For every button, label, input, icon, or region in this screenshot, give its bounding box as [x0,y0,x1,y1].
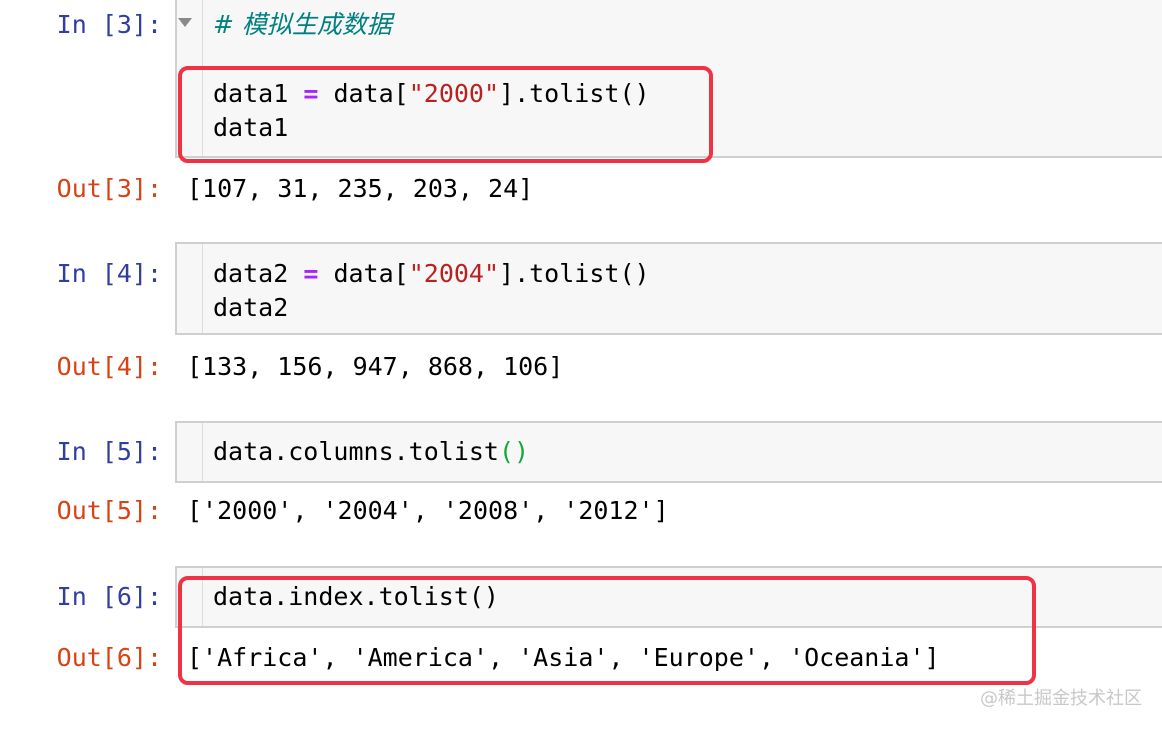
in-prompt-3: In [3]: [56,10,162,39]
code-text: ].tolist() [499,259,650,288]
in-prompt-4: In [4]: [56,259,162,288]
code-line[interactable]: data.columns.tolist() [213,435,529,469]
code-comment: # 模拟生成数据 [213,10,392,39]
code-text: data.columns.tolist [213,437,499,466]
code-line[interactable]: data2 [213,291,288,325]
out-prompt-6: Out[6]: [56,643,162,672]
out-prompt-5: Out[5]: [56,496,162,525]
cell-output-4: [133, 156, 947, 868, 106] [187,352,564,381]
code-var: data2 [213,259,289,288]
in-prompt-5: In [5]: [56,437,162,466]
cell-output-5: ['2000', '2004', '2008', '2012'] [187,496,669,525]
out-prompt-4: Out[4]: [56,352,162,381]
watermark: @稀土掘金技术社区 [980,688,1142,709]
cell-gutter-divider [202,423,203,481]
code-line[interactable]: data2 = data["2004"].tolist() [213,257,650,291]
in-prompt-6: In [6]: [56,582,162,611]
code-string: "2004" [408,259,500,288]
highlight-box [178,576,1036,685]
cell-output-3: [107, 31, 235, 203, 24] [187,174,534,203]
highlight-box [178,66,713,163]
collapse-arrow-icon[interactable] [178,18,192,27]
code-parens: () [498,437,530,466]
out-prompt-3: Out[3]: [56,174,162,203]
cell-gutter-divider [202,244,203,333]
code-text: data[ [333,259,409,288]
code-operator: = [303,259,319,288]
